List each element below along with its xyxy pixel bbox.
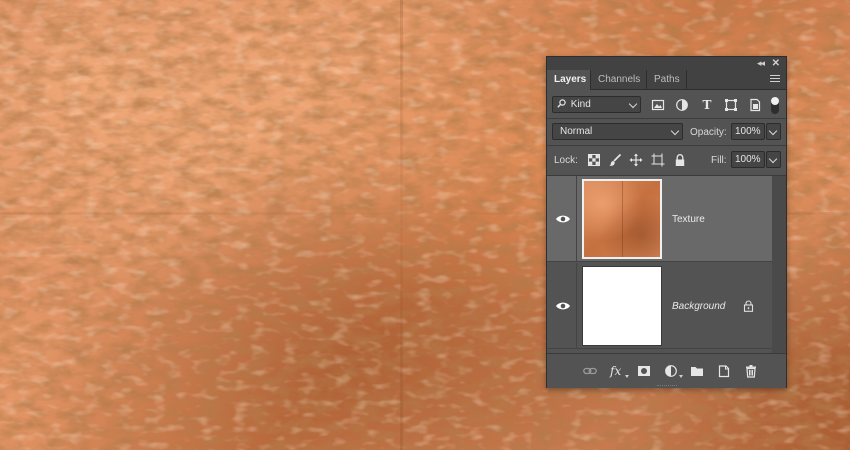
collapse-panel-icon[interactable]: ◂◂ — [757, 57, 765, 70]
fill-slider-button[interactable] — [766, 151, 781, 168]
adjustment-circle-icon[interactable] — [675, 98, 689, 112]
opacity-input[interactable]: 100% — [731, 123, 765, 140]
layer-filter-row: Kind T — [547, 93, 786, 117]
layer-thumbnail — [582, 266, 662, 346]
layer-row-texture[interactable]: Texture — [547, 176, 772, 262]
blend-mode-value: Normal — [560, 126, 593, 137]
chevron-down-icon — [628, 99, 638, 109]
divider — [547, 118, 786, 119]
close-panel-icon[interactable]: ✕ — [772, 57, 780, 70]
layers-panel: ◂◂ ✕ Layers Channels Paths Kind T Normal… — [546, 56, 787, 388]
chevron-down-icon — [670, 126, 680, 136]
panel-tabs: Layers Channels Paths — [547, 70, 786, 90]
filter-toggle-switch[interactable] — [771, 97, 779, 114]
search-icon — [557, 99, 566, 108]
fx-icon[interactable]: fx — [610, 364, 624, 378]
lock-artboard-icon[interactable] — [651, 153, 665, 167]
new-layer-icon[interactable] — [717, 364, 731, 378]
opacity-label: Opacity: — [690, 127, 727, 138]
panel-titlebar[interactable]: ◂◂ ✕ — [547, 57, 786, 70]
filter-kind-label: Kind — [570, 99, 591, 110]
fx-menu-arrow-icon — [625, 375, 629, 378]
chevron-down-icon — [768, 154, 778, 164]
lock-all-icon[interactable] — [673, 153, 687, 167]
mask-icon[interactable] — [637, 364, 651, 378]
panel-resize-grip[interactable] — [657, 385, 677, 388]
adjustment-menu-arrow-icon — [679, 375, 683, 378]
smart-object-icon[interactable] — [748, 98, 762, 112]
divider — [547, 145, 786, 146]
eye-icon[interactable] — [555, 300, 571, 312]
lock-position-move-icon[interactable] — [629, 153, 643, 167]
lock-label: Lock: — [554, 155, 578, 166]
opacity-slider-button[interactable] — [766, 123, 781, 140]
eye-icon[interactable] — [555, 213, 571, 225]
panel-menu-icon[interactable] — [770, 75, 780, 84]
visibility-column[interactable] — [547, 263, 577, 349]
visibility-column[interactable] — [547, 176, 577, 262]
tab-paths[interactable]: Paths — [647, 70, 687, 90]
image-icon[interactable] — [651, 98, 665, 112]
fill-input[interactable]: 100% — [731, 151, 765, 168]
layer-row-background[interactable]: Background — [547, 263, 772, 349]
lock-image-brush-icon[interactable] — [608, 153, 622, 167]
tile-seam-vertical — [400, 0, 403, 450]
blend-mode-select[interactable]: Normal — [552, 123, 683, 140]
trash-icon[interactable] — [744, 364, 758, 378]
tab-channels[interactable]: Channels — [591, 70, 647, 90]
layer-name[interactable]: Texture — [672, 214, 705, 225]
chevron-down-icon — [768, 126, 778, 136]
layer-name[interactable]: Background — [672, 301, 725, 312]
group-folder-icon[interactable] — [690, 364, 704, 378]
scrollbar[interactable] — [772, 176, 786, 353]
shape-icon[interactable] — [724, 98, 738, 112]
panel-bottom-bar: fx — [547, 353, 786, 388]
toggle-knob — [771, 97, 779, 105]
type-icon[interactable]: T — [700, 98, 714, 112]
lock-row: Lock: Fill: 100% — [547, 148, 786, 172]
filter-kind-select[interactable]: Kind — [552, 96, 641, 113]
tab-layers[interactable]: Layers — [547, 70, 591, 90]
blend-row: Normal Opacity: 100% — [547, 120, 786, 144]
link-icon[interactable] — [583, 364, 597, 378]
lock-transparent-icon[interactable] — [587, 153, 601, 167]
layer-list: Texture Background — [547, 175, 786, 353]
fill-label: Fill: — [711, 155, 727, 166]
lock-icon — [743, 300, 754, 312]
adjustment-layer-icon[interactable] — [664, 364, 678, 378]
layer-thumbnail — [582, 179, 662, 259]
